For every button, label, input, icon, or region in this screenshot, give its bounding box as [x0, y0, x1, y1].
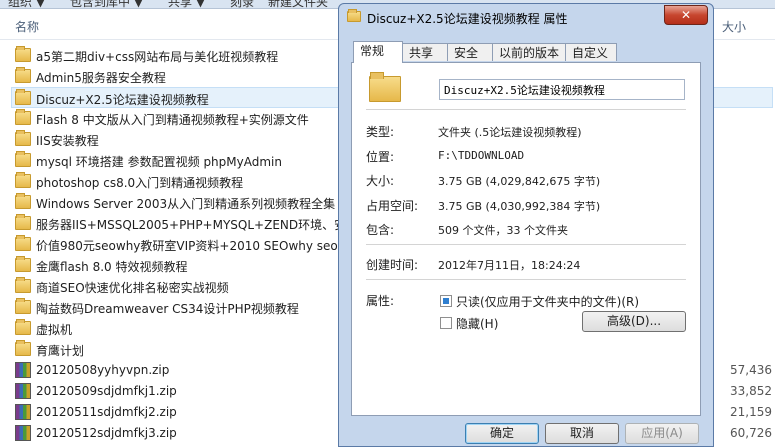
folder-icon [15, 172, 31, 188]
divider [366, 244, 686, 245]
tab-security[interactable]: 安全 [447, 43, 493, 61]
column-header-size[interactable]: 大小 [722, 18, 746, 35]
folder-icon [15, 298, 31, 314]
hidden-checkbox[interactable] [440, 317, 452, 329]
file-name: 陶益数码Dreamweaver CS34设计PHP视频教程 [36, 302, 299, 316]
toolbar-share[interactable]: 共享 ▼ [168, 0, 205, 8]
file-name: 20120512sdjdmfkj3.zip [36, 426, 177, 440]
file-name: Admin5服务器安全教程 [36, 71, 166, 85]
disk-size-label: 占用空间: [366, 199, 419, 213]
file-size: 21,159 [730, 405, 772, 419]
file-name: 金鹰flash 8.0 特效视频教程 [36, 260, 188, 274]
type-label: 类型: [366, 125, 395, 139]
file-size: 57,436 [730, 363, 772, 377]
archive-icon [15, 404, 31, 420]
file-name: photoshop cs8.0入门到精通视频教程 [36, 176, 244, 190]
folder-icon [15, 67, 31, 83]
location-value: F:\TDDOWNLOAD [438, 149, 525, 162]
file-name: 20120509sdjdmfkj1.zip [36, 384, 177, 398]
file-size: 60,726 [730, 426, 772, 440]
folder-icon [15, 340, 31, 356]
file-name: 20120511sdjdmfkj2.zip [36, 405, 177, 419]
type-value: 文件夹 (.5论坛建设视频教程) [438, 126, 582, 139]
folder-icon [15, 130, 31, 146]
archive-icon [15, 362, 31, 378]
dialog-titlebar[interactable]: Discuz+X2.5论坛建设视频教程 属性 ✕ [339, 4, 713, 32]
folder-icon [15, 109, 31, 125]
column-header-name[interactable]: 名称 [15, 18, 39, 35]
tab-customize[interactable]: 自定义 [565, 43, 617, 61]
file-name: Discuz+X2.5论坛建设视频教程 [36, 93, 209, 107]
apply-button[interactable]: 应用(A) [625, 423, 699, 444]
properties-dialog: Discuz+X2.5论坛建设视频教程 属性 ✕ 常规 共享 安全 以前的版本 … [338, 3, 714, 447]
folder-icon [15, 151, 31, 167]
folder-icon [15, 256, 31, 272]
archive-icon [15, 383, 31, 399]
file-name: 育鹰计划 [36, 344, 85, 358]
folder-name-input[interactable] [439, 79, 685, 100]
folder-icon [15, 235, 31, 251]
folder-icon [15, 193, 31, 209]
created-label: 创建时间: [366, 258, 419, 272]
close-button[interactable]: ✕ [664, 5, 708, 25]
contains-value: 509 个文件，33 个文件夹 [438, 224, 568, 237]
file-name: Windows Server 2003从入门到精通系列视频教程全集 [36, 197, 336, 211]
tab-previous-versions[interactable]: 以前的版本 [492, 43, 566, 61]
location-label: 位置: [366, 150, 395, 164]
file-name: Flash 8 中文版从入门到精通视频教程+实例源文件 [36, 113, 309, 127]
divider [366, 109, 686, 110]
readonly-label[interactable]: 只读(仅应用于文件夹中的文件)(R) [456, 293, 639, 310]
toolbar-burn[interactable]: 刻录 [230, 0, 254, 8]
general-panel: 类型: 文件夹 (.5论坛建设视频教程) 位置: F:\TDDOWNLOAD 大… [351, 62, 701, 416]
folder-icon [15, 214, 31, 230]
file-name: IIS安装教程 [36, 134, 99, 148]
folder-icon [347, 9, 361, 22]
created-value: 2012年7月11日，18:24:24 [438, 259, 581, 272]
large-folder-icon [369, 72, 401, 102]
file-name: mysql 环境搭建 参数配置视频 phpMyAdmin [36, 155, 282, 169]
cancel-button[interactable]: 取消 [545, 423, 619, 444]
file-name: 价值980元seowhy教研室VIP资料+2010 SEOwhy seo创 [36, 239, 350, 253]
folder-icon [15, 89, 31, 105]
contains-label: 包含: [366, 223, 395, 237]
readonly-checkbox[interactable] [440, 295, 452, 307]
archive-icon [15, 425, 31, 441]
hidden-label[interactable]: 隐藏(H) [456, 315, 498, 332]
disk-size-value: 3.75 GB (4,030,992,384 字节) [438, 200, 601, 213]
file-size: 33,852 [730, 384, 772, 398]
toolbar-organize[interactable]: 组织 ▼ [8, 0, 45, 8]
size-value: 3.75 GB (4,029,842,675 字节) [438, 175, 601, 188]
folder-icon [15, 277, 31, 293]
ok-button[interactable]: 确定 [465, 423, 539, 444]
file-name: 20120508yyhyvpn.zip [36, 363, 170, 377]
attributes-label: 属性: [366, 294, 395, 308]
tab-sharing[interactable]: 共享 [402, 43, 448, 61]
divider [366, 279, 686, 280]
tab-general[interactable]: 常规 [353, 41, 403, 63]
file-name: 虚拟机 [36, 323, 73, 337]
file-name: 服务器IIS+MSSQL2005+PHP+MYSQL+ZEND环境、安 [36, 218, 347, 232]
size-label: 大小: [366, 174, 395, 188]
file-name: 商道SEO快速优化排名秘密实战视频 [36, 281, 229, 295]
toolbar-new-folder[interactable]: 新建文件夹 [268, 0, 328, 8]
folder-icon [15, 46, 31, 62]
dialog-title: Discuz+X2.5论坛建设视频教程 属性 [367, 12, 568, 26]
folder-icon [15, 319, 31, 335]
toolbar-include-library[interactable]: 包含到库中 ▼ [70, 0, 143, 8]
file-name: a5第二期div+css网站布局与美化班视频教程 [36, 50, 279, 64]
advanced-button[interactable]: 高级(D)... [582, 311, 686, 332]
